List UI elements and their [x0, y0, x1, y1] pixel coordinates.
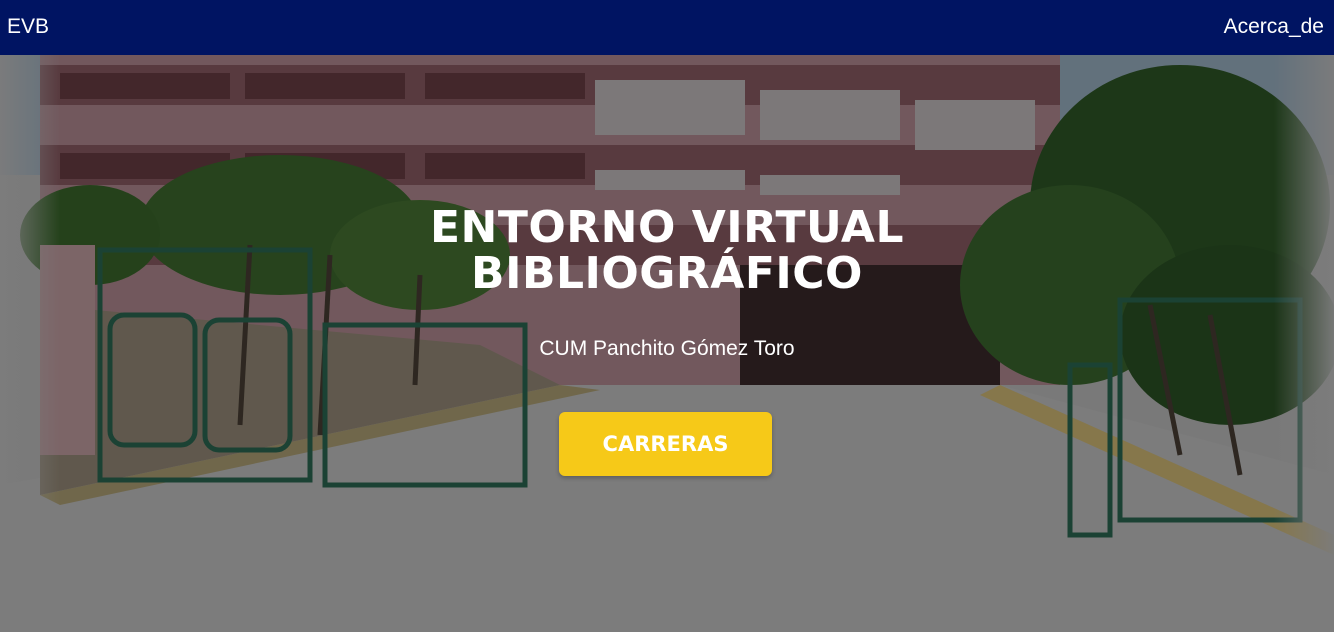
hero-subtitle: CUM Panchito Gómez Toro [539, 337, 795, 360]
hero-title-line-1: ENTORNO VIRTUAL [429, 202, 905, 253]
hero-title-line-2: BIBLIOGRÁFICO [471, 248, 863, 299]
carreras-button[interactable]: CARRERAS [559, 412, 772, 476]
top-navbar: EVB Acerca_de [0, 0, 1334, 55]
about-link[interactable]: Acerca_de [1224, 15, 1324, 39]
brand-link[interactable]: EVB [7, 15, 49, 39]
hero-content: ENTORNO VIRTUAL BIBLIOGRÁFICO CUM Panchi… [0, 55, 1334, 632]
hero-section: ENTORNO VIRTUAL BIBLIOGRÁFICO CUM Panchi… [0, 55, 1334, 632]
hero-title: ENTORNO VIRTUAL BIBLIOGRÁFICO [0, 205, 1334, 297]
